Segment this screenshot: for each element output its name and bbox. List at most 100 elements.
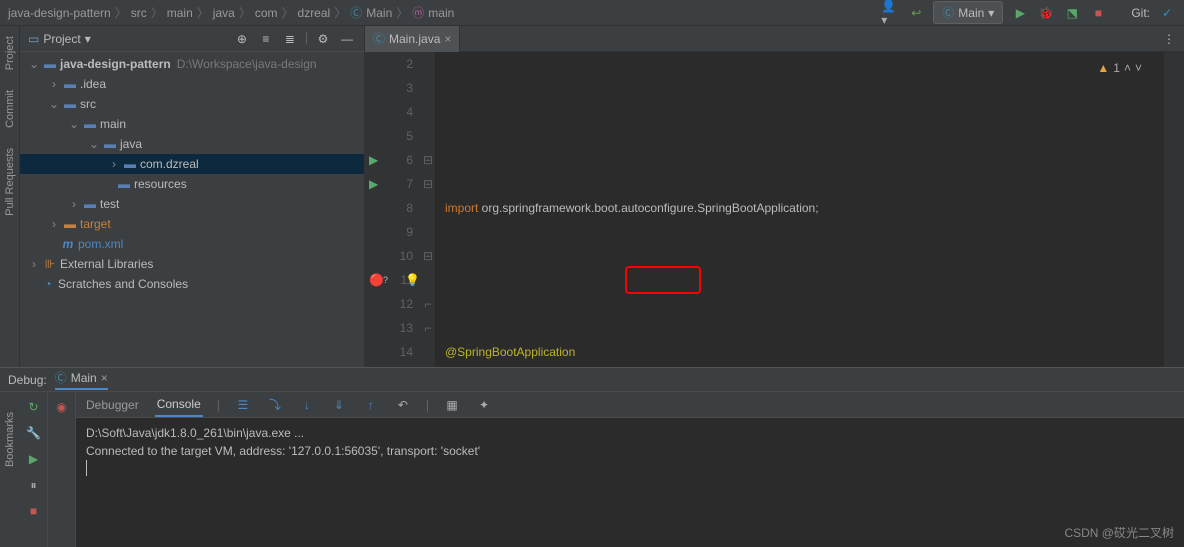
tree-item-resources[interactable]: ▬resources: [20, 174, 364, 194]
code-line: [435, 124, 1164, 148]
arrow-right-icon: ›: [48, 218, 60, 230]
git-label: Git:: [1131, 6, 1150, 20]
chevron-right-icon: 〉: [282, 4, 294, 21]
close-icon[interactable]: ×: [444, 32, 451, 46]
stop-icon[interactable]: ■: [25, 502, 43, 520]
fold-column[interactable]: ⊟ ⊟ ⊟ ⌐ ⌐: [421, 52, 435, 367]
pause-icon[interactable]: ⏸: [25, 476, 43, 494]
breadcrumb[interactable]: java-design-pattern〉 src〉 main〉 java〉 co…: [8, 4, 881, 21]
line-number: ▶6: [365, 148, 413, 172]
tree-item-package[interactable]: ›▬com.dzreal: [20, 154, 364, 174]
git-branch-icon[interactable]: ✓: [1158, 4, 1176, 22]
editor-scrollbar[interactable]: [1164, 52, 1184, 367]
debug-button[interactable]: 🐞: [1037, 4, 1055, 22]
project-panel-title[interactable]: ▭ Project ▾: [28, 32, 225, 46]
project-tool-button[interactable]: Project: [4, 36, 16, 70]
breadcrumb-item[interactable]: main: [167, 6, 193, 20]
breadcrumb-item[interactable]: java: [213, 6, 235, 20]
tree-item-target[interactable]: ›▬target: [20, 214, 364, 234]
drop-frame-icon[interactable]: ↶: [394, 396, 412, 414]
pull-requests-tool-button[interactable]: Pull Requests: [4, 148, 16, 216]
fold-end-icon[interactable]: ⌐: [421, 316, 435, 340]
run-gutter-icon[interactable]: ▶: [369, 148, 378, 172]
fold-end-icon[interactable]: ⌐: [421, 292, 435, 316]
folder-icon: ▬: [62, 76, 78, 92]
toolbar-right: 👤▾ ↩ Ⓒ Main ▾ ▶ 🐞 ⬔ ■ Git: ✓: [881, 1, 1176, 24]
select-opened-file-icon[interactable]: ⊕: [233, 30, 251, 48]
modify-run-icon[interactable]: 🔧: [25, 424, 43, 442]
expand-all-icon[interactable]: ≡: [257, 30, 275, 48]
tree-root[interactable]: ⌄▬java-design-patternD:\Workspace\java-d…: [20, 54, 364, 74]
user-icon[interactable]: 👤▾: [881, 4, 899, 22]
frame-icon[interactable]: 🔴?: [369, 268, 384, 292]
back-icon[interactable]: ↩: [907, 4, 925, 22]
project-tree[interactable]: ⌄▬java-design-patternD:\Workspace\java-d…: [20, 52, 364, 367]
breadcrumb-item[interactable]: com: [255, 6, 278, 20]
fold-icon[interactable]: ⊟: [421, 172, 435, 196]
breadcrumb-item[interactable]: main: [428, 6, 454, 20]
step-into-icon[interactable]: ↓: [298, 396, 316, 414]
gutter[interactable]: 2 3 4 5 ▶6 ▶7 8 9 10 🔴?💡11 12 13 14: [365, 52, 421, 367]
resume-icon[interactable]: ▶: [25, 450, 43, 468]
line-number: ▶7: [365, 172, 413, 196]
step-over-icon[interactable]: ⤵: [266, 396, 284, 414]
left-bottom-rail: Bookmarks: [0, 392, 20, 547]
force-step-into-icon[interactable]: ⇓: [330, 396, 348, 414]
warning-badge[interactable]: ▲1˄˅: [1097, 56, 1142, 80]
breadcrumb-item[interactable]: dzreal: [298, 6, 331, 20]
more-icon[interactable]: ⋮: [1160, 30, 1178, 48]
chevron-up-icon[interactable]: ˄: [1124, 56, 1131, 80]
tab-debugger[interactable]: Debugger: [84, 394, 141, 416]
class-icon: Ⓒ: [373, 30, 385, 47]
console-cursor: [86, 460, 87, 476]
separator: |: [217, 398, 220, 412]
tree-item-main[interactable]: ⌄▬main: [20, 114, 364, 134]
tab-console[interactable]: Console: [155, 393, 203, 417]
breadcrumb-item[interactable]: Main: [366, 6, 392, 20]
code-line: import org.springframework.boot.autoconf…: [435, 196, 1164, 220]
hide-icon[interactable]: —: [338, 30, 356, 48]
rerun-icon[interactable]: ↻: [25, 398, 43, 416]
run-gutter-icon[interactable]: ▶: [369, 172, 378, 196]
run-config-label: Main: [958, 6, 984, 20]
tree-item-scratches[interactable]: ◔Scratches and Consoles: [20, 274, 364, 294]
fold-icon[interactable]: ⊟: [421, 244, 435, 268]
line-number: 4: [365, 100, 413, 124]
editor-tab[interactable]: Ⓒ Main.java ×: [365, 26, 460, 52]
tree-item-test[interactable]: ›▬test: [20, 194, 364, 214]
breadcrumb-item[interactable]: java-design-pattern: [8, 6, 111, 20]
collapse-all-icon[interactable]: ≣: [281, 30, 299, 48]
fold-icon[interactable]: ⊟: [421, 148, 435, 172]
tree-item-pom[interactable]: mpom.xml: [20, 234, 364, 254]
editor-body[interactable]: 2 3 4 5 ▶6 ▶7 8 9 10 🔴?💡11 12 13 14 ⊟ ⊟: [365, 52, 1184, 367]
debug-config-tab[interactable]: Ⓒ Main ×: [55, 369, 108, 390]
stop-button[interactable]: ■: [1089, 4, 1107, 22]
line-number: 9: [365, 220, 413, 244]
source-folder-icon: ▬: [102, 136, 118, 152]
tree-item-external-libs[interactable]: ›⊪External Libraries: [20, 254, 364, 274]
arrow-down-icon: ⌄: [28, 58, 40, 70]
tree-item-src[interactable]: ⌄▬src: [20, 94, 364, 114]
step-out-icon[interactable]: ↑: [362, 396, 380, 414]
run-button[interactable]: ▶: [1011, 4, 1029, 22]
commit-tool-button[interactable]: Commit: [4, 90, 16, 128]
tree-item-java[interactable]: ⌄▬java: [20, 134, 364, 154]
bulb-icon[interactable]: 💡: [405, 268, 420, 292]
bookmarks-tool-button[interactable]: Bookmarks: [4, 412, 16, 467]
evaluate-icon[interactable]: ▦: [443, 396, 461, 414]
class-icon: Ⓒ: [350, 4, 362, 21]
gear-icon[interactable]: ⚙: [314, 30, 332, 48]
threads-icon[interactable]: ☰: [234, 396, 252, 414]
view-breakpoints-icon[interactable]: ◉: [53, 398, 71, 416]
close-icon[interactable]: ×: [101, 371, 108, 385]
chevron-down-icon[interactable]: ˅: [1135, 56, 1142, 80]
breadcrumb-item[interactable]: src: [131, 6, 147, 20]
console-output[interactable]: D:\Soft\Java\jdk1.8.0_261\bin\java.exe .…: [76, 418, 1184, 547]
tree-item-idea[interactable]: ›▬.idea: [20, 74, 364, 94]
line-number: 2: [365, 52, 413, 76]
console-line: Connected to the target VM, address: '12…: [86, 442, 1174, 460]
code-area[interactable]: ▲1˄˅ import org.springframework.boot.aut…: [435, 52, 1164, 367]
run-config-dropdown[interactable]: Ⓒ Main ▾: [933, 1, 1003, 24]
coverage-button[interactable]: ⬔: [1063, 4, 1081, 22]
trace-icon[interactable]: ✦: [475, 396, 493, 414]
